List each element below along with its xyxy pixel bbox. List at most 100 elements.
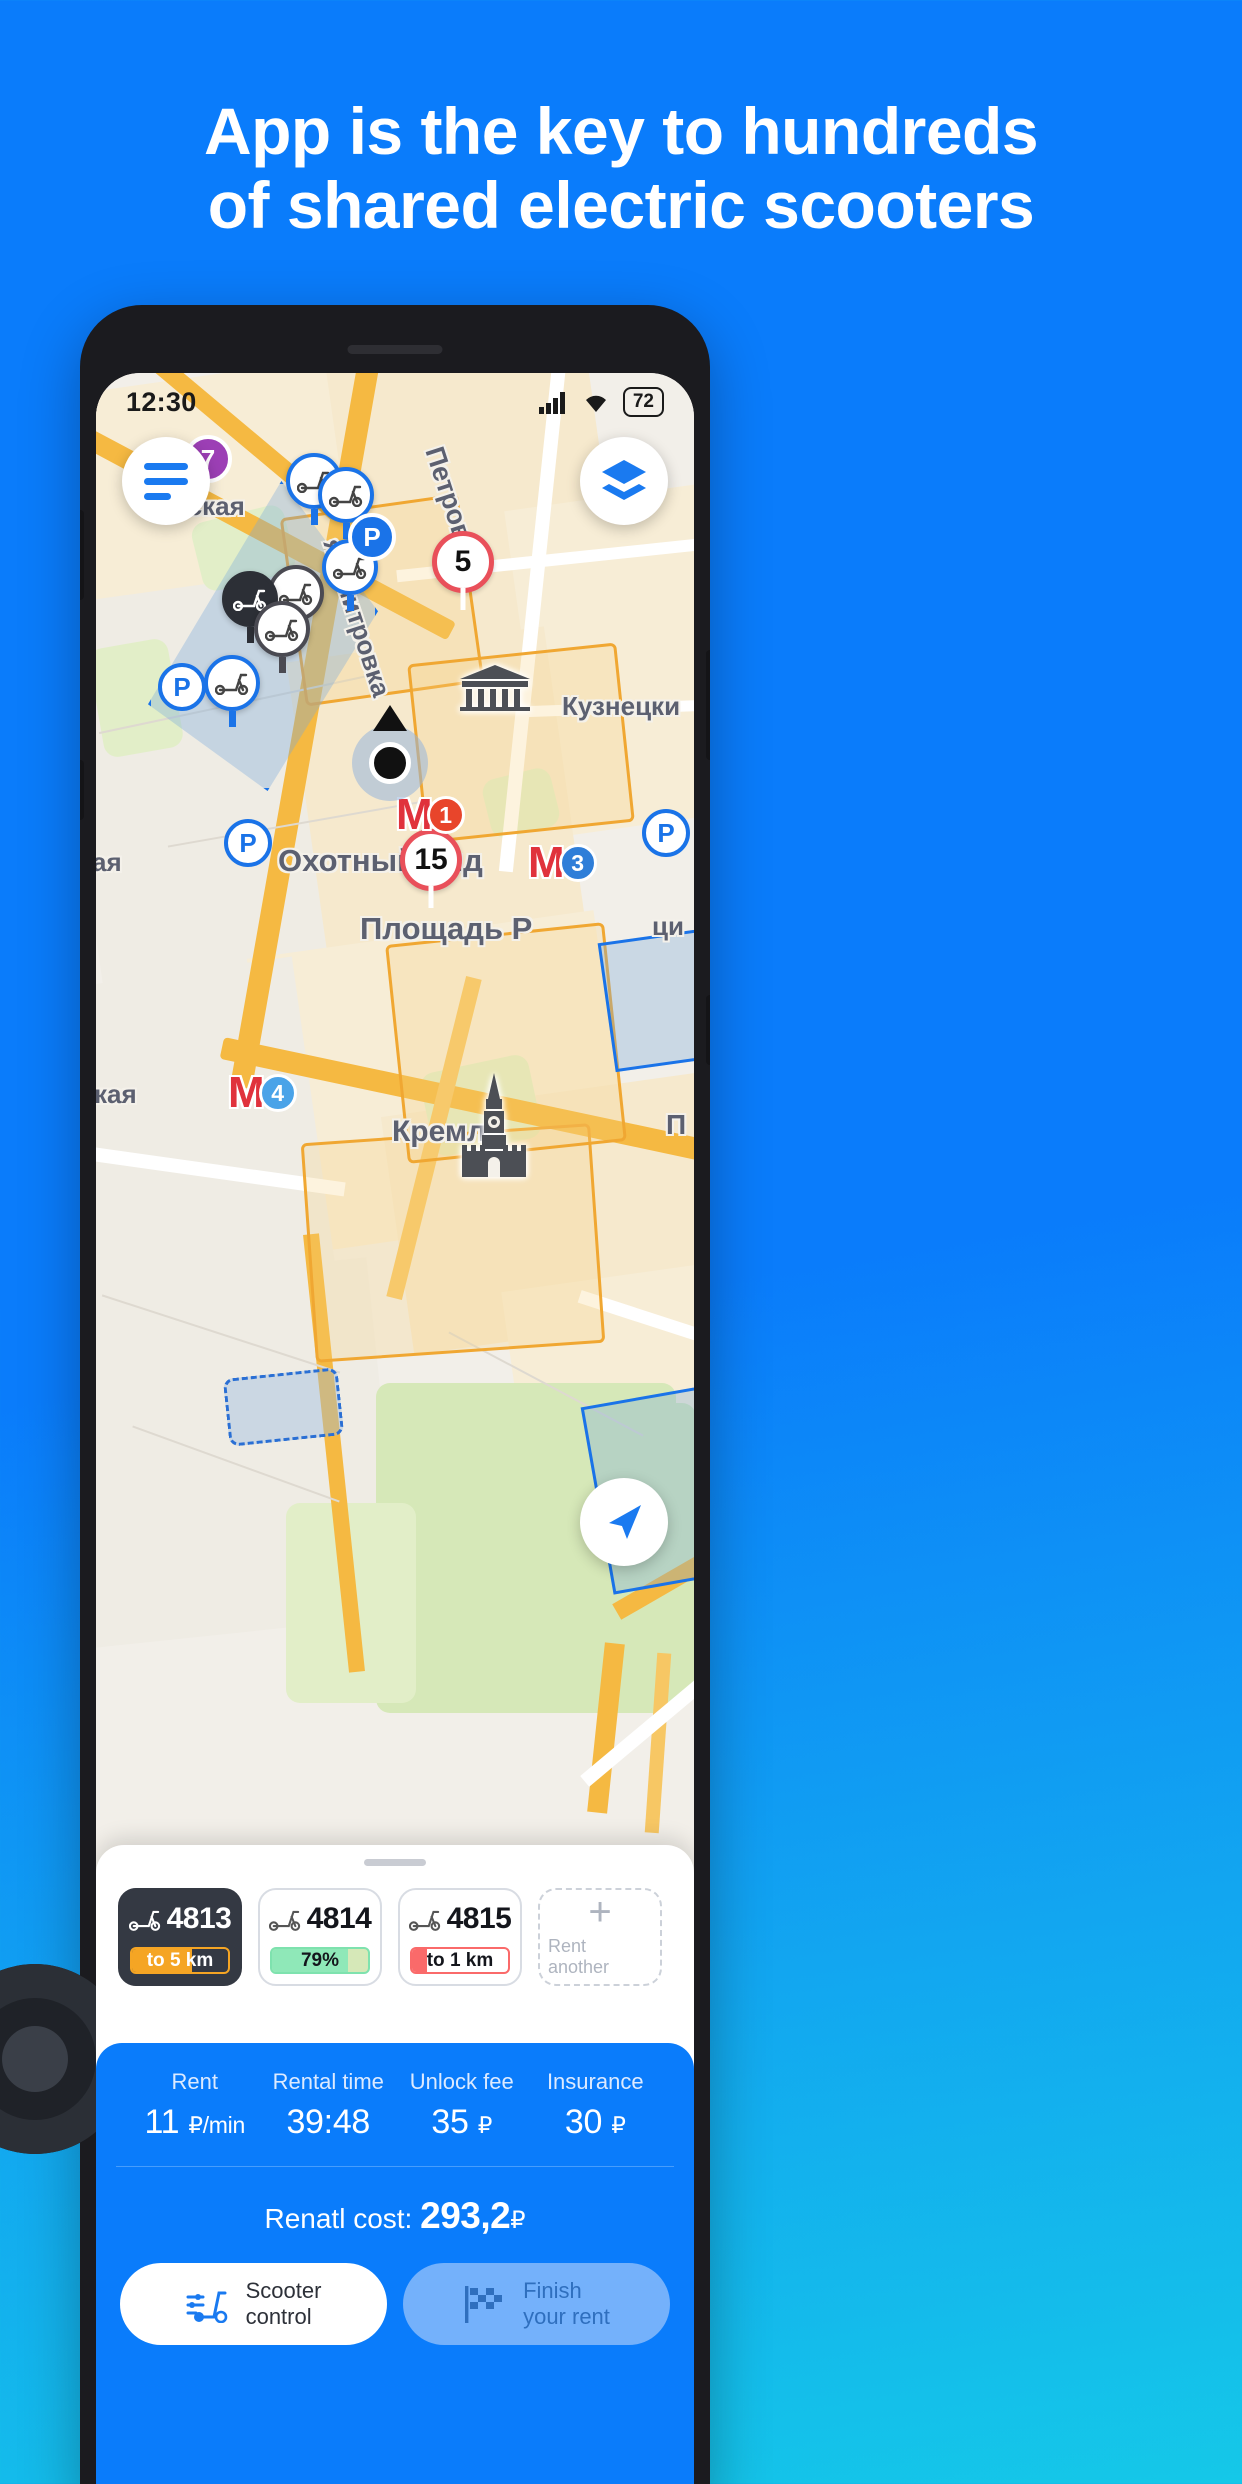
rental-total: Renatl cost: 293,2₽ xyxy=(116,2167,674,2263)
scooter-control-label: Scooter control xyxy=(246,2278,322,2329)
layers-button[interactable] xyxy=(580,437,668,525)
speed-limit-stem xyxy=(460,588,466,610)
metric-rent: Rent 11 ₽/min xyxy=(128,2069,262,2142)
metro-line-number: 4 xyxy=(258,1074,297,1112)
metric-rental-time: Rental time 39:48 xyxy=(262,2069,396,2142)
scooter-card-4813[interactable]: 4813 to 5 km xyxy=(118,1888,242,1986)
metric-value: 30 ₽ xyxy=(529,2103,663,2142)
parking-badge[interactable]: P xyxy=(642,809,690,857)
cellular-signal-icon xyxy=(538,392,565,414)
map-label-10: П xyxy=(666,1109,687,1140)
checkered-flag-icon xyxy=(465,2286,503,2323)
phone-mockup: 12:30 72 инская Петровка я Дми xyxy=(80,305,710,2484)
button-line-1: Finish xyxy=(523,2278,582,2304)
wifi-icon xyxy=(585,395,606,412)
metric-number: 30 xyxy=(564,2103,603,2141)
status-bar: 12:30 72 xyxy=(96,373,694,431)
metro-line-number: 1 xyxy=(426,796,465,834)
action-buttons: Scooter control Finish your rent xyxy=(116,2263,674,2345)
metric-unlock-fee: Unlock fee 35 ₽ xyxy=(395,2069,529,2142)
scooter-map-pin[interactable] xyxy=(204,655,260,727)
parking-badge[interactable]: P xyxy=(224,819,272,867)
scooter-card-4814[interactable]: 4814 79% xyxy=(258,1888,382,1986)
metro-station-marker[interactable]: М 3 xyxy=(528,841,597,885)
button-line-2: control xyxy=(245,2304,312,2329)
user-location-dot xyxy=(369,742,411,784)
metric-number: 39:48 xyxy=(286,2103,371,2141)
map-label-3: Кузнецки xyxy=(562,691,681,721)
scooter-control-button[interactable]: Scooter control xyxy=(120,2263,387,2345)
scooter-pin-icon xyxy=(254,601,310,657)
metric-label: Insurance xyxy=(546,2069,644,2094)
phone-power-button xyxy=(706,650,710,760)
scooter-id: 4813 xyxy=(166,1902,232,1935)
scooter-icon xyxy=(128,1910,160,1931)
metro-station-marker[interactable]: М 4 xyxy=(228,1071,297,1115)
scooter-status-text: 79% xyxy=(300,1949,340,1971)
rental-info-panel: Rent 11 ₽/min Rental time 39:48 Unlock f… xyxy=(96,2043,694,2484)
scooter-control-icon xyxy=(186,2291,227,2323)
map-label-7: ая xyxy=(96,847,122,877)
map-label-5: Площадь Р xyxy=(360,911,533,946)
map-label-8: кая xyxy=(96,1079,137,1109)
scooter-pin-icon xyxy=(204,655,260,711)
phone-volume-up-button xyxy=(80,510,84,600)
metro-station-marker[interactable]: М 1 xyxy=(396,793,465,837)
scooter-card-list: 4813 to 5 km 4814 79% 4815 to 1 km + Ren… xyxy=(96,1866,694,1986)
phone-screen: 12:30 72 инская Петровка я Дми xyxy=(96,373,694,2484)
scooter-status-badge: to 5 km xyxy=(130,1947,230,1974)
map-layers-icon xyxy=(602,460,646,500)
scooter-status-text: to 1 km xyxy=(426,1949,494,1971)
total-value: 293,2 xyxy=(420,2195,511,2236)
metric-value: 11 ₽/min xyxy=(128,2103,262,2142)
rental-metrics: Rent 11 ₽/min Rental time 39:48 Unlock f… xyxy=(116,2069,674,2167)
metric-unit: ₽ xyxy=(477,2112,493,2138)
phone-speaker xyxy=(347,345,443,354)
metric-label: Rent xyxy=(171,2069,218,2094)
headline-line-2: of shared electric scooters xyxy=(207,167,1035,242)
navigation-arrow-icon xyxy=(609,1505,641,1539)
hamburger-menu-icon xyxy=(144,462,188,500)
rent-another-label: Rent another xyxy=(548,1936,610,1977)
rent-another-button[interactable]: + Rent another xyxy=(538,1888,662,1986)
button-line-2: your rent xyxy=(523,2304,610,2329)
scooter-id: 4815 xyxy=(446,1902,512,1935)
metric-label: Rental time xyxy=(272,2069,384,2094)
user-location-marker xyxy=(352,705,428,801)
phone-volume-down-button xyxy=(80,760,84,820)
scooter-card-4815[interactable]: 4815 to 1 km xyxy=(398,1888,522,1986)
parking-badge[interactable]: P xyxy=(158,663,206,711)
metro-line-number: 3 xyxy=(558,844,597,882)
scooter-status-badge: to 1 km xyxy=(410,1947,510,1974)
plus-icon: + xyxy=(588,1890,612,1934)
page-title: App is the key to hundreds of shared ele… xyxy=(0,94,1242,243)
battery-fill xyxy=(412,1949,428,1972)
parking-badge[interactable]: P xyxy=(348,513,396,561)
total-unit: ₽ xyxy=(510,2207,526,2234)
metric-value: 39:48 xyxy=(262,2103,396,2142)
finish-rent-label: Finish your rent xyxy=(523,2278,610,2329)
map-label-6: ци xyxy=(652,911,684,941)
total-label: Renatl cost: xyxy=(264,2203,413,2234)
speed-limit-stem xyxy=(428,886,434,908)
metric-number: 35 xyxy=(431,2103,469,2141)
metric-value: 35 ₽ xyxy=(395,2103,529,2142)
metric-insurance: Insurance 30 ₽ xyxy=(529,2069,663,2142)
scooter-icon xyxy=(268,1910,300,1931)
speed-limit-value: 5 xyxy=(454,545,472,578)
scooter-status-badge: 79% xyxy=(270,1947,370,1974)
menu-button[interactable] xyxy=(122,437,210,525)
speed-limit-marker[interactable]: 5 xyxy=(432,531,494,610)
button-line-1: Scooter xyxy=(245,2278,322,2304)
drag-handle-icon[interactable] xyxy=(364,1859,426,1866)
status-bar-battery: 72 xyxy=(622,387,664,417)
kremlin-tower-icon xyxy=(456,1073,532,1188)
finish-rent-button[interactable]: Finish your rent xyxy=(403,2263,670,2345)
scooter-map-pin[interactable] xyxy=(254,601,310,673)
status-bar-time: 12:30 xyxy=(126,386,197,417)
headline-line-1: App is the key to hundreds xyxy=(203,94,1039,168)
bottom-sheet: 4813 to 5 km 4814 79% 4815 to 1 km + Ren… xyxy=(96,1845,694,2484)
metric-number: 11 xyxy=(144,2103,180,2141)
locate-me-button[interactable] xyxy=(580,1478,668,1566)
speed-limit-value: 15 xyxy=(414,843,448,876)
